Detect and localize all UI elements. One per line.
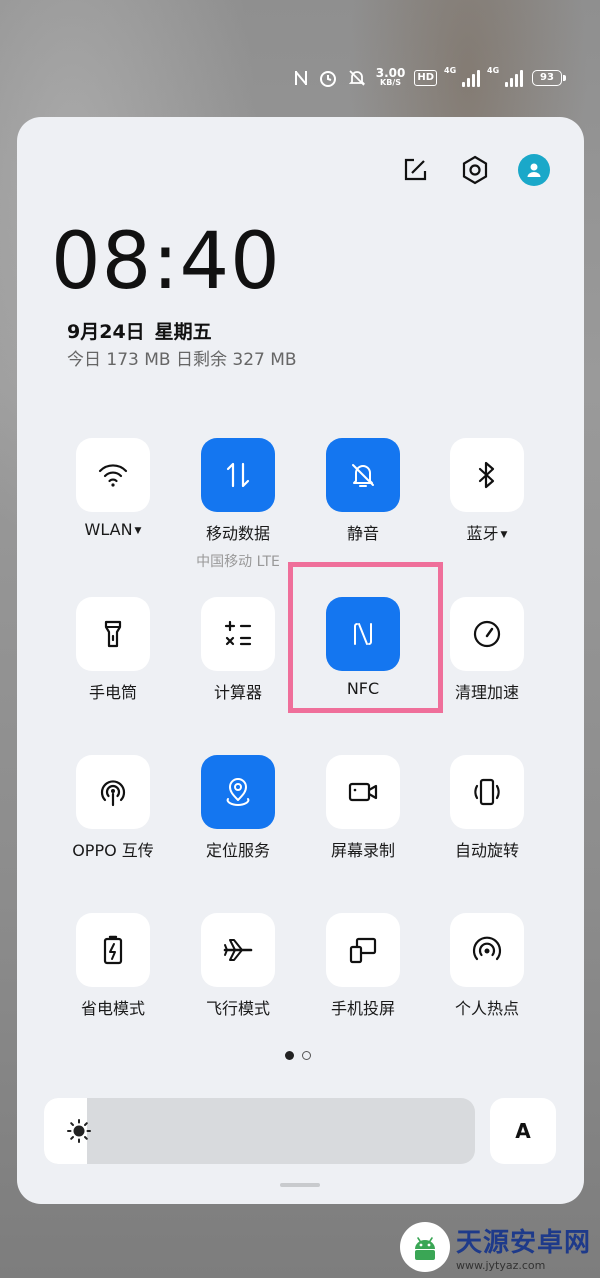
- hotspot-toggle[interactable]: [450, 913, 524, 987]
- screen-record-button[interactable]: [326, 755, 400, 829]
- mute-toggle[interactable]: [326, 438, 400, 512]
- cleanup-button[interactable]: [450, 597, 524, 671]
- airplane-toggle[interactable]: [201, 913, 275, 987]
- nfc-highlight-frame: [288, 562, 443, 713]
- tile-label: 定位服务: [205, 841, 270, 860]
- tile-label: OPPO 互传: [72, 841, 154, 860]
- tile-label: 手电筒: [88, 683, 137, 702]
- speed-value: 3.00: [375, 66, 406, 80]
- alarm-icon: [319, 71, 336, 87]
- settings-gear-icon[interactable]: [458, 153, 492, 187]
- page-dot[interactable]: [302, 1051, 311, 1060]
- dropdown-caret-icon[interactable]: ▼: [135, 526, 142, 536]
- wifi-icon: [98, 464, 128, 487]
- watermark-url: www.jytyaz.com: [456, 1259, 546, 1272]
- video-camera-icon: [348, 782, 378, 802]
- panel-header-actions: [398, 153, 550, 187]
- battery-saver-icon: [103, 935, 123, 965]
- watermark-title: 天源安卓网: [456, 1228, 592, 1258]
- carrier-label: 中国移动 LTE: [196, 554, 280, 570]
- tile-mute[interactable]: 静音: [303, 438, 423, 544]
- auto-rotate-toggle[interactable]: [450, 755, 524, 829]
- tile-location[interactable]: 定位服务: [178, 755, 298, 861]
- tile-label: 自动旋转: [454, 841, 519, 860]
- mobile-data-icon: [226, 462, 250, 488]
- clock-time: 08:40: [51, 217, 281, 307]
- tile-label: 个人热点: [454, 999, 519, 1018]
- tile-mobile-data[interactable]: 移动数据 中国移动 LTE: [178, 438, 298, 571]
- sim2-network-type: 4G: [487, 65, 500, 75]
- tile-label: WLAN: [84, 520, 133, 539]
- tile-power-saving[interactable]: 省电模式: [53, 913, 173, 1019]
- tile-cleanup[interactable]: 清理加速: [427, 597, 547, 703]
- tile-hotspot[interactable]: 个人热点: [427, 913, 547, 1019]
- bell-off-icon: [352, 464, 374, 487]
- oppo-share-toggle[interactable]: [76, 755, 150, 829]
- page-dot-active[interactable]: [285, 1051, 294, 1060]
- cell-signal-sim1: 4G: [444, 66, 480, 87]
- power-saving-toggle[interactable]: [76, 913, 150, 987]
- tile-airplane[interactable]: 飞行模式: [178, 913, 298, 1019]
- tile-auto-rotate[interactable]: 自动旋转: [427, 755, 547, 861]
- site-watermark: 天源安卓网 www.jytyaz.com: [400, 1222, 591, 1272]
- android-logo-icon: [400, 1222, 450, 1272]
- tile-oppo-share[interactable]: OPPO 互传: [53, 755, 173, 861]
- location-toggle[interactable]: [201, 755, 275, 829]
- tile-label: 静音: [346, 524, 379, 543]
- auto-brightness-button[interactable]: A: [490, 1098, 556, 1164]
- hotspot-icon: [472, 936, 502, 961]
- sim1-network-type: 4G: [444, 65, 457, 75]
- nfc-icon: [294, 71, 307, 85]
- control-center-panel: 08:40 9月24日 星期五 今日 173 MB 日剩余 327 MB WLAN…: [17, 117, 584, 1204]
- user-avatar-icon[interactable]: [518, 154, 550, 186]
- tile-label: 清理加速: [454, 683, 519, 702]
- dropdown-caret-icon[interactable]: ▼: [501, 530, 508, 540]
- location-pin-icon: [226, 778, 250, 807]
- wlan-toggle[interactable]: [76, 438, 150, 512]
- tile-label: 手机投屏: [330, 999, 395, 1018]
- speed-unit: KB/S: [380, 78, 402, 87]
- flashlight-toggle[interactable]: [76, 597, 150, 671]
- calculator-icon: [224, 620, 252, 646]
- cell-signal-sim2: 4G: [487, 66, 523, 87]
- tile-label: 屏幕录制: [330, 841, 395, 860]
- airplane-icon: [223, 939, 253, 961]
- mobile-data-toggle[interactable]: [201, 438, 275, 512]
- sun-icon: [67, 1119, 91, 1143]
- date: 9月24日: [67, 321, 145, 343]
- tile-screen-record[interactable]: 屏幕录制: [303, 755, 423, 861]
- flashlight-icon: [104, 620, 122, 648]
- battery-level: 93: [532, 70, 562, 86]
- rotate-phone-icon: [474, 778, 500, 806]
- page-indicator[interactable]: [285, 1051, 311, 1060]
- hd-voice-badge: HD: [414, 70, 437, 86]
- tile-wlan[interactable]: WLAN ▼: [53, 438, 173, 539]
- data-usage: 今日 173 MB 日剩余 327 MB: [67, 350, 297, 370]
- date-line: 9月24日 星期五: [67, 317, 212, 344]
- share-broadcast-icon: [100, 780, 126, 807]
- speedometer-icon: [473, 620, 501, 648]
- panel-drag-handle[interactable]: [280, 1183, 320, 1187]
- tile-label: 省电模式: [80, 999, 145, 1018]
- bluetooth-icon: [478, 461, 495, 489]
- edit-icon[interactable]: [398, 153, 432, 187]
- screen-cast-icon: [349, 937, 377, 964]
- tile-label: 飞行模式: [205, 999, 270, 1018]
- bluetooth-toggle[interactable]: [450, 438, 524, 512]
- tile-calculator[interactable]: 计算器: [178, 597, 298, 703]
- calculator-button[interactable]: [201, 597, 275, 671]
- weekday: 星期五: [154, 321, 212, 343]
- network-speed: 3.00 KB/S: [375, 66, 406, 88]
- screen-cast-button[interactable]: [326, 913, 400, 987]
- tile-label: 移动数据: [205, 524, 270, 543]
- brightness-slider[interactable]: [44, 1098, 475, 1164]
- tile-label: 蓝牙: [466, 524, 499, 543]
- battery-icon: 93: [532, 70, 566, 86]
- mute-icon: [348, 70, 365, 86]
- tile-bluetooth[interactable]: 蓝牙 ▼: [427, 438, 547, 544]
- status-bar: 3.00 KB/S HD 4G 4G 93: [293, 66, 566, 90]
- tile-screen-cast[interactable]: 手机投屏: [303, 913, 423, 1019]
- tile-flashlight[interactable]: 手电筒: [53, 597, 173, 703]
- tile-label: 计算器: [213, 683, 262, 702]
